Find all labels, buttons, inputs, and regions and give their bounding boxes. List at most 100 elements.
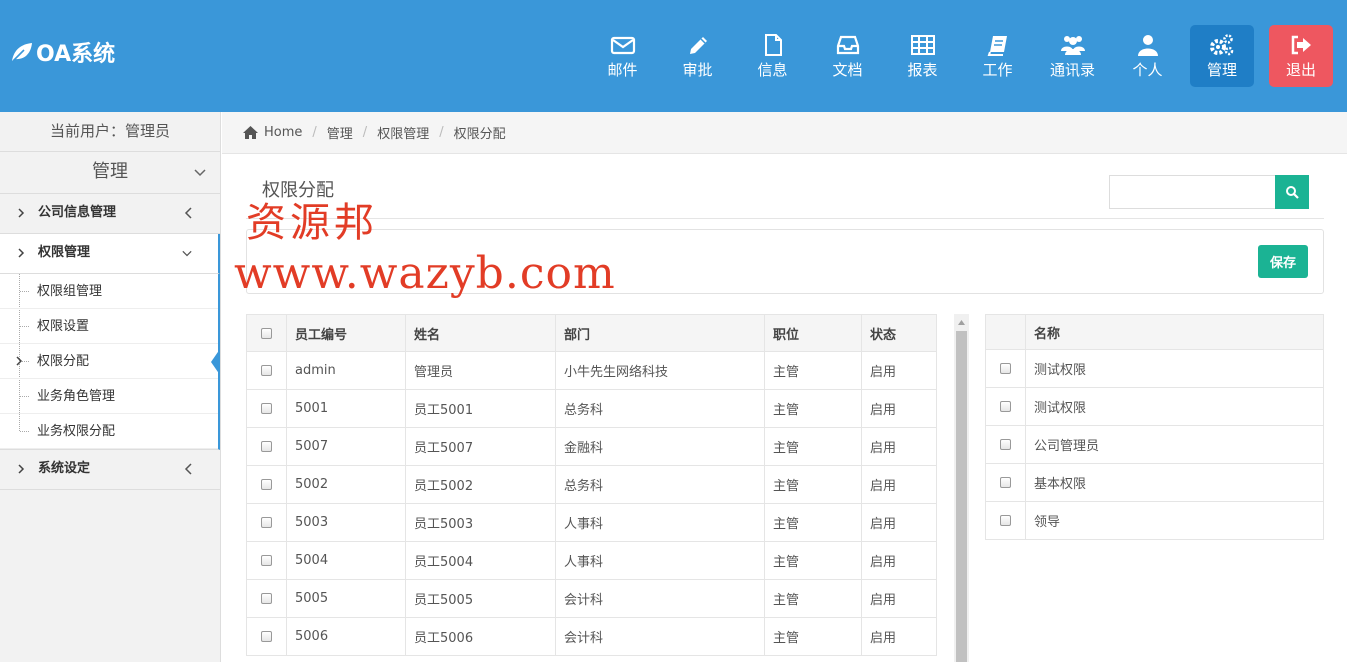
role-table-body: 测试权限 测试权限 公司管理员 基本权限 领导 xyxy=(985,349,1324,540)
sidebar-item-permission-settings[interactable]: 权限设置 xyxy=(0,309,218,344)
nav-contacts[interactable]: 通讯录 xyxy=(1035,25,1110,87)
row-checkbox[interactable] xyxy=(1000,363,1011,374)
nav-label: 个人 xyxy=(1132,60,1163,79)
watermark-url: www.wazyb.com xyxy=(234,248,616,299)
nav-work[interactable]: 工作 xyxy=(960,25,1035,87)
table-cell: 5006 xyxy=(286,617,406,656)
table-row[interactable]: 5006 员工5006 会计科 主管 启用 xyxy=(246,617,937,656)
row-checkbox[interactable] xyxy=(1000,515,1011,526)
table-scrollbar[interactable] xyxy=(954,314,969,662)
nav-logout[interactable]: 退出 xyxy=(1269,25,1333,87)
sidebar-group-permissions[interactable]: 权限管理 xyxy=(0,234,220,274)
nav-mail[interactable]: 邮件 xyxy=(585,25,660,87)
table-row[interactable]: 5001 员工5001 总务科 主管 启用 xyxy=(246,389,937,428)
nav-label: 工作 xyxy=(982,60,1013,79)
select-all-checkbox[interactable] xyxy=(261,327,272,339)
table-icon xyxy=(910,34,935,55)
row-select-cell xyxy=(246,465,287,504)
table-cell: 员工5002 xyxy=(405,465,556,504)
nav-docs[interactable]: 文档 xyxy=(810,25,885,87)
column-header[interactable]: 姓名 xyxy=(405,314,556,352)
table-cell: 主管 xyxy=(764,351,862,390)
row-checkbox[interactable] xyxy=(1000,401,1011,412)
row-select-cell xyxy=(246,541,287,580)
column-header[interactable]: 员工编号 xyxy=(286,314,406,352)
table-cell: 金融科 xyxy=(555,427,765,466)
app-logo[interactable]: OA系统 xyxy=(10,36,115,68)
table-cell: 主管 xyxy=(764,541,862,580)
row-checkbox[interactable] xyxy=(261,517,272,528)
table-cell: 人事科 xyxy=(555,541,765,580)
table-row[interactable]: 测试权限 xyxy=(985,349,1324,388)
scroll-up-arrow[interactable] xyxy=(954,314,969,330)
scroll-thumb[interactable] xyxy=(956,331,967,662)
table-cell: 员工5006 xyxy=(405,617,556,656)
chevron-right-icon xyxy=(18,464,25,474)
breadcrumb-item[interactable]: 权限管理 xyxy=(377,123,429,142)
row-checkbox[interactable] xyxy=(1000,477,1011,488)
sidebar-group-label: 公司信息管理 xyxy=(38,205,117,220)
sidebar-item-business-roles[interactable]: 业务角色管理 xyxy=(0,379,218,414)
row-select-cell xyxy=(246,351,287,390)
watermark-title: 资源邦 xyxy=(246,200,378,246)
table-cell: 5001 xyxy=(286,389,406,428)
table-row[interactable]: 5004 员工5004 人事科 主管 启用 xyxy=(246,541,937,580)
sidebar-item-permission-groups[interactable]: 权限组管理 xyxy=(0,274,218,309)
row-checkbox[interactable] xyxy=(261,441,272,452)
pencil-icon xyxy=(689,36,707,54)
nav-info[interactable]: 信息 xyxy=(735,25,810,87)
table-row[interactable]: 基本权限 xyxy=(985,463,1324,502)
row-select-cell xyxy=(985,425,1026,464)
column-header[interactable]: 名称 xyxy=(1025,314,1324,350)
table-header-row: 员工编号 姓名 部门 职位 状态 xyxy=(246,314,937,352)
sidebar-group-system-settings[interactable]: 系统设定 xyxy=(0,450,220,490)
row-checkbox[interactable] xyxy=(261,631,272,642)
row-checkbox[interactable] xyxy=(261,479,272,490)
search-icon xyxy=(1286,186,1299,199)
top-header: OA系统 邮件 审批 信息 文档 报表 工作 通讯录 个人 管理 退出 xyxy=(0,0,1347,112)
row-checkbox[interactable] xyxy=(261,365,272,376)
table-row[interactable]: 5002 员工5002 总务科 主管 启用 xyxy=(246,465,937,504)
search-button[interactable] xyxy=(1275,175,1309,209)
table-cell: 启用 xyxy=(861,389,937,428)
row-checkbox[interactable] xyxy=(1000,439,1011,450)
sidebar-item-business-permissions[interactable]: 业务权限分配 xyxy=(0,414,218,449)
table-row[interactable]: 领导 xyxy=(985,501,1324,540)
row-checkbox[interactable] xyxy=(261,593,272,604)
row-checkbox[interactable] xyxy=(261,403,272,414)
nav-personal[interactable]: 个人 xyxy=(1110,25,1185,87)
chevron-right-icon xyxy=(18,208,25,218)
table-cell: 小牛先生网络科技 xyxy=(555,351,765,390)
search-input[interactable] xyxy=(1109,175,1275,209)
row-select-cell xyxy=(246,503,287,542)
column-header[interactable]: 职位 xyxy=(764,314,862,352)
table-row[interactable]: 5003 员工5003 人事科 主管 启用 xyxy=(246,503,937,542)
table-row[interactable]: 公司管理员 xyxy=(985,425,1324,464)
sidebar-group-company-info[interactable]: 公司信息管理 xyxy=(0,194,220,234)
nav-label: 邮件 xyxy=(607,60,638,79)
table-cell: 5004 xyxy=(286,541,406,580)
nav-label: 审批 xyxy=(682,60,713,79)
table-row[interactable]: 5005 员工5005 会计科 主管 启用 xyxy=(246,579,937,618)
row-checkbox[interactable] xyxy=(261,555,272,566)
column-header[interactable]: 状态 xyxy=(861,314,937,352)
breadcrumb-item[interactable]: 管理 xyxy=(327,123,353,142)
breadcrumb-home[interactable]: Home xyxy=(264,125,302,140)
sidebar-section-manage[interactable]: 管理 xyxy=(0,152,220,194)
nav-approval[interactable]: 审批 xyxy=(660,25,735,87)
table-row[interactable]: 5007 员工5007 金融科 主管 启用 xyxy=(246,427,937,466)
row-select-cell xyxy=(985,387,1026,426)
save-button[interactable]: 保存 xyxy=(1258,245,1308,278)
table-row[interactable]: admin 管理员 小牛先生网络科技 主管 启用 xyxy=(246,351,937,390)
table-cell: 5002 xyxy=(286,465,406,504)
chevron-right-icon xyxy=(18,248,25,258)
breadcrumb-separator: / xyxy=(439,125,444,140)
current-user: 当前用户：管理员 xyxy=(0,112,220,152)
table-row[interactable]: 测试权限 xyxy=(985,387,1324,426)
nav-manage[interactable]: 管理 xyxy=(1190,25,1254,87)
column-header[interactable]: 部门 xyxy=(555,314,765,352)
sidebar-sub-list: 权限组管理 权限设置 权限分配 业务角色管理 业务权限分配 xyxy=(0,274,220,450)
nav-reports[interactable]: 报表 xyxy=(885,25,960,87)
sidebar-item-permission-assign[interactable]: 权限分配 xyxy=(0,344,220,379)
header-blank-cell xyxy=(985,314,1026,350)
